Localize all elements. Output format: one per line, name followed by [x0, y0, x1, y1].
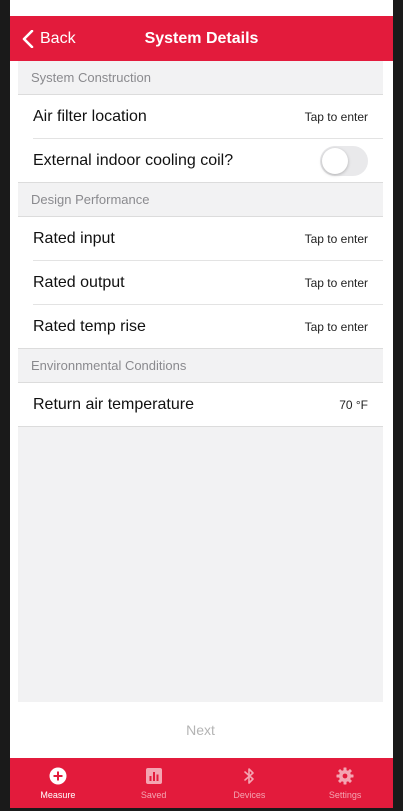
form-content: System Construction Air filter location …	[18, 61, 383, 702]
section-header-environmental-conditions: Environnmental Conditions	[18, 349, 383, 383]
navigation-bar: Back System Details	[10, 16, 393, 61]
row-value: Tap to enter	[304, 319, 368, 334]
plus-circle-icon	[49, 767, 67, 784]
gear-icon	[336, 767, 354, 784]
row-value: Tap to enter	[304, 276, 368, 290]
tab-devices[interactable]: Devices	[202, 758, 298, 808]
row-label: Rated temp rise	[33, 317, 146, 335]
next-button[interactable]: Next	[186, 722, 215, 738]
next-button-area: Next	[18, 702, 383, 758]
tab-label: Saved	[140, 789, 167, 800]
row-external-cooling-coil: External indoor cooling coil?	[18, 139, 383, 183]
row-rated-temp-rise[interactable]: Rated temp rise Tap to enter	[18, 305, 383, 349]
row-rated-input[interactable]: Rated input Tap to enter	[18, 217, 383, 261]
tab-label: Settings	[328, 789, 362, 800]
bar-chart-icon	[145, 767, 162, 784]
row-label: Air filter location	[33, 108, 147, 125]
tab-label: Devices	[233, 789, 266, 800]
row-label: Return air temperature	[33, 395, 194, 413]
device-frame-left	[0, 0, 10, 811]
tab-settings[interactable]: Settings	[297, 758, 393, 808]
bluetooth-icon	[244, 767, 255, 784]
back-label: Back	[40, 29, 76, 47]
tab-bar: Measure Saved Devices Settings	[10, 758, 393, 808]
row-label: Rated output	[33, 274, 125, 291]
toggle-knob	[322, 147, 348, 174]
back-button[interactable]: Back	[22, 16, 76, 61]
row-rated-output[interactable]: Rated output Tap to enter	[18, 261, 383, 305]
row-value: Tap to enter	[304, 232, 368, 246]
row-label: External indoor cooling coil?	[33, 151, 234, 169]
section-header-system-construction: System Construction	[18, 61, 383, 95]
row-label: Rated input	[33, 230, 115, 247]
tab-measure[interactable]: Measure	[10, 758, 106, 808]
row-air-filter-location[interactable]: Air filter location Tap to enter	[18, 95, 383, 139]
row-value: Tap to enter	[304, 110, 368, 124]
tab-saved[interactable]: Saved	[106, 758, 202, 808]
row-value: 70 °F	[339, 397, 368, 412]
cooling-coil-toggle[interactable]	[320, 145, 368, 176]
device-frame-right	[393, 0, 403, 811]
app-screen: Back System Details System Construction …	[0, 0, 403, 811]
row-return-air-temperature[interactable]: Return air temperature 70 °F	[18, 383, 383, 427]
tab-label: Measure	[40, 789, 76, 800]
chevron-left-icon	[22, 29, 34, 48]
section-header-design-performance: Design Performance	[18, 183, 383, 217]
